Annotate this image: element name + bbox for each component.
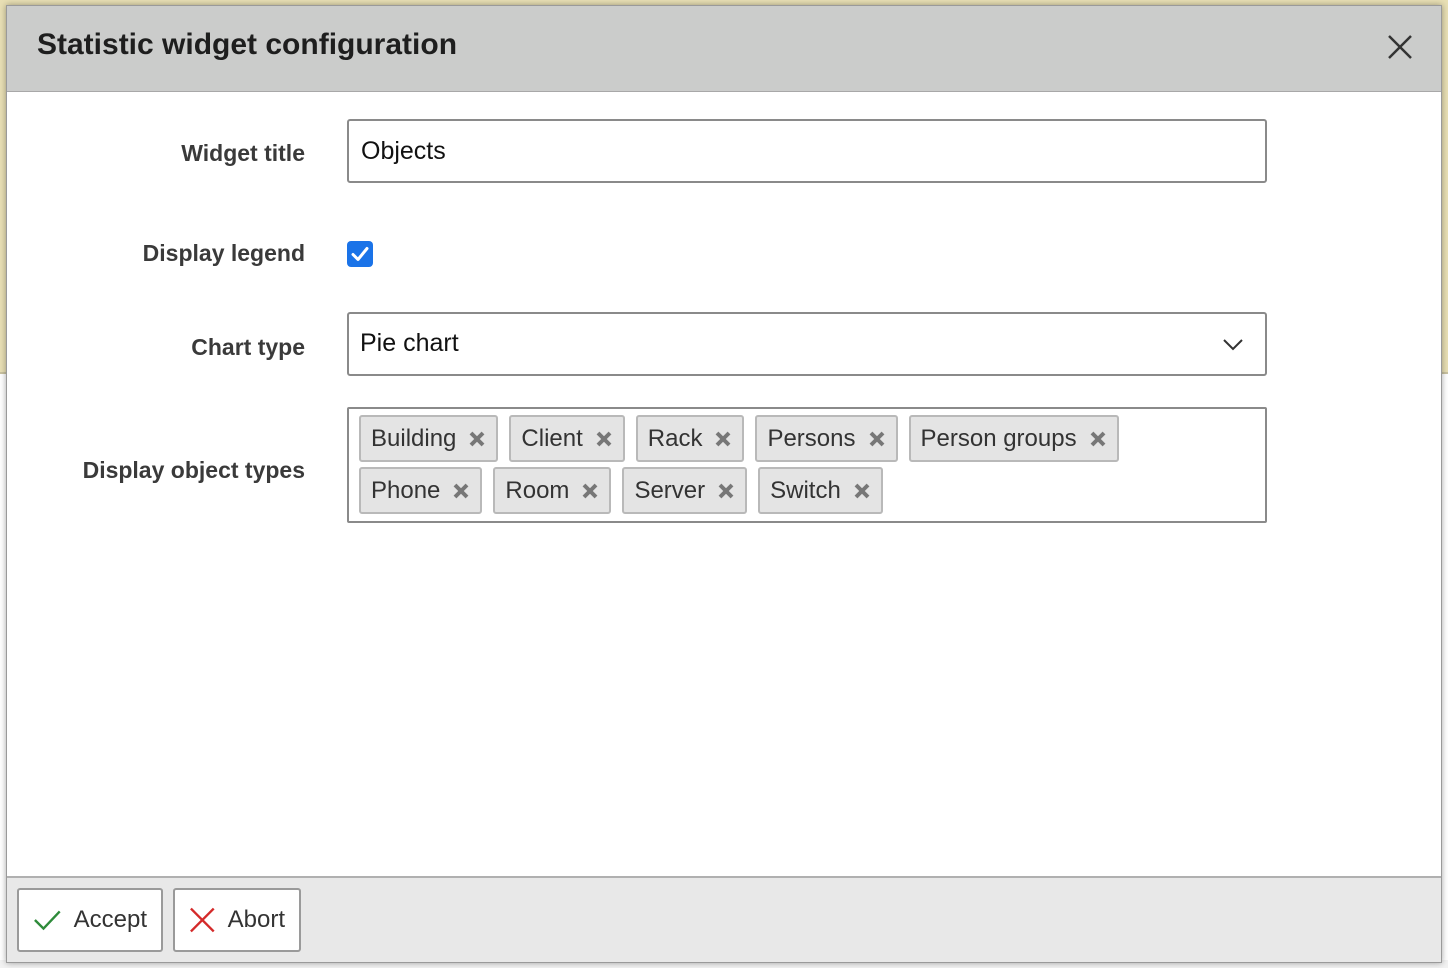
chart-type-label: Chart type xyxy=(191,334,305,360)
close-icon xyxy=(1388,35,1412,59)
tag-person-groups: Person groups xyxy=(908,415,1119,462)
dialog-header: Statistic widget configuration xyxy=(7,6,1441,92)
remove-tag-icon[interactable] xyxy=(868,430,886,448)
remove-tag-icon[interactable] xyxy=(452,482,470,500)
dialog-footer: Accept Abort xyxy=(7,876,1441,962)
tag-building: Building xyxy=(359,415,499,462)
dialog-title: Statistic widget configuration xyxy=(37,28,458,61)
tag-line: Building Client Rack Persons Person grou… xyxy=(359,415,1265,462)
tag-rack: Rack xyxy=(635,415,745,462)
tag-label: Persons xyxy=(767,424,856,452)
tag-label: Switch xyxy=(770,476,841,504)
tag-server: Server xyxy=(622,467,748,514)
cross-icon xyxy=(190,907,215,933)
remove-tag-icon[interactable] xyxy=(714,430,732,448)
chart-type-select[interactable]: Pie chart xyxy=(347,312,1267,376)
tag-line: Phone Room Server Switch xyxy=(359,467,1265,514)
accept-label: Accept xyxy=(73,906,147,933)
tag-label: Phone xyxy=(371,476,441,504)
object-types-multiselect[interactable]: Building Client Rack Persons Person grou… xyxy=(347,407,1267,523)
tag-client: Client xyxy=(509,415,625,462)
tag-label: Person groups xyxy=(920,424,1077,452)
widget-title-input[interactable] xyxy=(347,119,1267,183)
widget-config-dialog: Statistic widget configuration Widget ti… xyxy=(6,5,1442,963)
tag-persons: Persons xyxy=(755,415,898,462)
tag-room: Room xyxy=(493,467,612,514)
abort-label: Abort xyxy=(227,906,285,933)
object-types-label: Display object types xyxy=(82,457,305,483)
accept-button[interactable]: Accept xyxy=(17,888,163,952)
chart-type-value: Pie chart xyxy=(360,329,459,357)
remove-tag-icon[interactable] xyxy=(468,430,486,448)
tag-label: Rack xyxy=(647,424,703,452)
tag-switch: Switch xyxy=(758,467,883,514)
tag-label: Server xyxy=(634,476,706,504)
tag-label: Room xyxy=(505,476,570,504)
display-legend-label: Display legend xyxy=(142,240,305,266)
tag-label: Client xyxy=(521,424,583,452)
display-legend-checkbox[interactable] xyxy=(347,241,373,267)
remove-tag-icon[interactable] xyxy=(853,482,871,500)
remove-tag-icon[interactable] xyxy=(581,482,599,500)
checkmark-icon xyxy=(34,910,61,931)
remove-tag-icon[interactable] xyxy=(1089,430,1107,448)
tag-label: Building xyxy=(371,424,457,452)
remove-tag-icon[interactable] xyxy=(717,482,735,500)
abort-button[interactable]: Abort xyxy=(173,888,301,952)
checkmark-icon xyxy=(351,247,369,261)
close-button[interactable] xyxy=(1385,32,1415,62)
remove-tag-icon[interactable] xyxy=(595,430,613,448)
tag-phone: Phone xyxy=(359,467,483,514)
chevron-down-icon xyxy=(1223,339,1243,351)
widget-title-label: Widget title xyxy=(181,140,305,166)
